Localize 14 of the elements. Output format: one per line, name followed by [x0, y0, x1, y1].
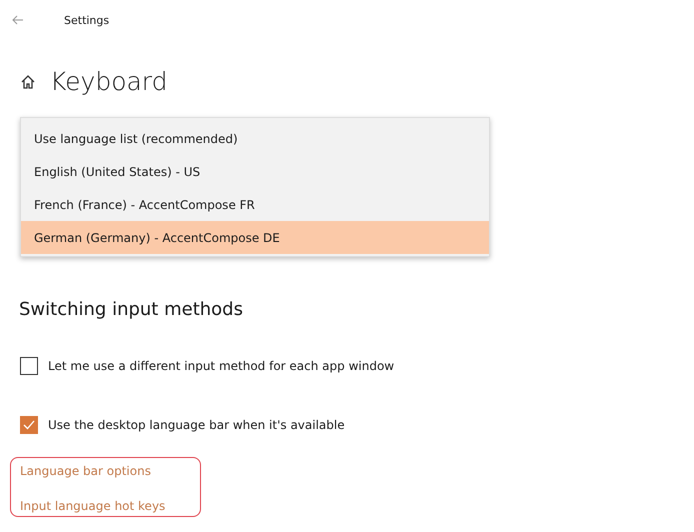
section-title: Switching input methods — [19, 299, 244, 320]
window-title: Settings — [64, 14, 110, 26]
dropdown-option[interactable]: Use language list (recommended) — [21, 122, 489, 155]
checkbox[interactable] — [20, 357, 38, 375]
checkbox-label: Use the desktop language bar when it's available — [48, 418, 345, 432]
dropdown-option[interactable]: French (France) - AccentCompose FR — [21, 188, 489, 221]
home-icon[interactable] — [20, 74, 36, 90]
check-icon — [23, 420, 35, 430]
checkbox[interactable] — [20, 416, 38, 434]
back-arrow-icon[interactable] — [12, 15, 24, 25]
page-title: Keyboard — [50, 67, 168, 96]
dropdown-option[interactable]: English (United States) - US — [21, 155, 489, 188]
dropdown-option[interactable]: German (Germany) - AccentCompose DE — [21, 221, 489, 254]
checkbox-label: Let me use a different input method for each app window — [48, 359, 394, 373]
